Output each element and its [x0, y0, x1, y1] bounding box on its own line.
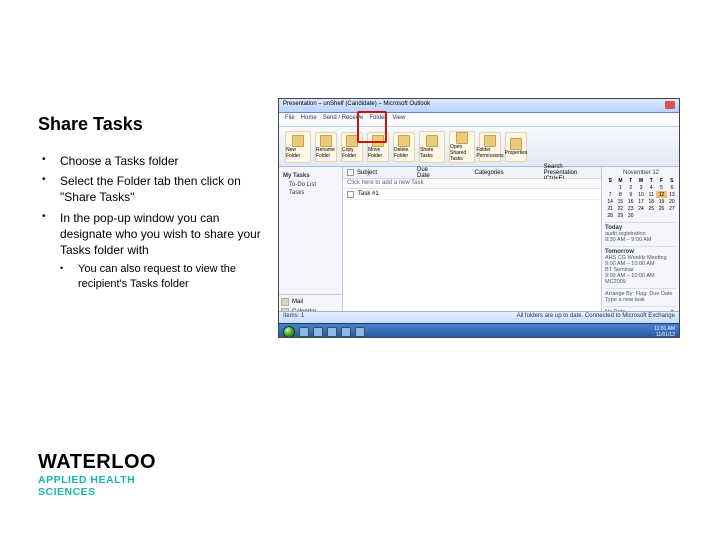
- permissions-icon: [484, 135, 496, 147]
- close-icon[interactable]: [665, 101, 675, 109]
- taskbar-app-icon[interactable]: [299, 327, 309, 337]
- add-task-row[interactable]: Click here to add a new Task: [343, 179, 601, 189]
- folder-tab-highlight: [357, 111, 387, 143]
- col-due[interactable]: Due Date: [417, 167, 435, 179]
- ribbon-tabs: File Home Send / Receive Folder View: [279, 113, 679, 127]
- logo-subtext-2: SCIENCES: [38, 487, 156, 498]
- checkbox-icon: [347, 169, 354, 176]
- sub-bullet-list: You can also request to view the recipie…: [38, 262, 266, 292]
- bullet-2: Select the Folder tab then click on "Sha…: [38, 173, 266, 205]
- tab-file[interactable]: File: [285, 115, 295, 126]
- properties-icon: [510, 138, 522, 150]
- nav-header: My Tasks: [283, 173, 338, 179]
- folder-icon: [398, 135, 410, 147]
- task-checkbox[interactable]: [347, 191, 354, 198]
- slide: Share Tasks Choose a Tasks folder Select…: [0, 0, 720, 540]
- nav-mail[interactable]: Mail: [281, 297, 340, 307]
- share-tasks-button[interactable]: Share Tasks: [419, 131, 445, 163]
- bullet-list: Choose a Tasks folder Select the Folder …: [38, 153, 266, 258]
- today-section: Today audit registration 8:30 AM – 9:00 …: [605, 222, 676, 243]
- nav-todo[interactable]: To-Do List: [283, 181, 338, 189]
- taskbar-app-icon[interactable]: [327, 327, 337, 337]
- folder-icon: [292, 135, 304, 147]
- taskbar-app-icon[interactable]: [341, 327, 351, 337]
- window-titlebar: Presentation – unShelf (Candidate) – Mic…: [279, 99, 679, 113]
- mini-calendar[interactable]: November 12 SMTWTFS123456789101112131415…: [605, 170, 677, 219]
- share-icon: [426, 135, 438, 147]
- waterloo-logo: WATERLOO APPLIED HEALTH SCIENCES: [38, 451, 156, 498]
- slide-title: Share Tasks: [38, 114, 266, 135]
- windows-taskbar: 11:01 AM 11/01/12: [279, 323, 679, 338]
- start-orb-icon[interactable]: [283, 326, 295, 338]
- tab-view[interactable]: View: [392, 115, 405, 126]
- outlook-body: My Tasks To-Do List Tasks Mail Calendar …: [279, 167, 679, 338]
- taskbar-app-icon[interactable]: [313, 327, 323, 337]
- task-subject: Task #1: [358, 191, 379, 197]
- folder-icon: [320, 135, 332, 147]
- logo-subtext-1: APPLIED HEALTH: [38, 475, 156, 486]
- tab-home[interactable]: Home: [301, 115, 317, 126]
- status-bar: Items: 1 All folders are up to date. Con…: [279, 311, 679, 323]
- taskbar-app-icon[interactable]: [355, 327, 365, 337]
- status-left: Items: 1: [283, 313, 304, 319]
- nav-tasks[interactable]: Tasks: [283, 189, 338, 197]
- col-categories[interactable]: Categories: [475, 170, 504, 176]
- calendar-grid: SMTWTFS123456789101112131415161718192021…: [605, 177, 677, 219]
- folder-permissions-button[interactable]: Folder Permissions: [479, 132, 501, 162]
- rename-folder-button[interactable]: Rename Folder: [315, 132, 337, 162]
- text-column: Share Tasks Choose a Tasks folder Select…: [38, 114, 266, 292]
- calendar-month: November 12: [605, 170, 677, 176]
- tomorrow-section: Tomorrow AHS CG Weekly Meeting 9:00 AM –…: [605, 246, 676, 285]
- bullet-3: In the pop-up window you can designate w…: [38, 210, 266, 259]
- folder-icon: [456, 132, 468, 144]
- bullet-1: Choose a Tasks folder: [38, 153, 266, 169]
- window-title-text: Presentation – unShelf (Candidate) – Mic…: [283, 101, 430, 110]
- new-folder-button[interactable]: New Folder: [285, 131, 311, 163]
- ribbon: New Folder Rename Folder Copy Folder Mov…: [279, 127, 679, 167]
- properties-button[interactable]: Properties: [505, 132, 527, 162]
- task-row[interactable]: Task #1: [343, 189, 601, 200]
- col-subject[interactable]: Subject: [357, 170, 377, 176]
- outlook-screenshot: Presentation – unShelf (Candidate) – Mic…: [278, 98, 680, 338]
- arrange-section: Arrange By: Flag: Due Date Type a new ta…: [605, 288, 676, 303]
- logo-wordmark: WATERLOO: [38, 451, 156, 474]
- sub-bullet-1: You can also request to view the recipie…: [38, 262, 266, 292]
- system-tray[interactable]: 11:01 AM 11/01/12: [654, 326, 675, 338]
- delete-folder-button[interactable]: Delete Folder: [393, 132, 415, 162]
- task-columns: Subject Due Date Categories Search Prese…: [343, 167, 601, 179]
- open-shared-tasks-button[interactable]: Open Shared Tasks: [449, 131, 475, 163]
- mail-icon: [281, 298, 289, 306]
- status-right: All folders are up to date. Connected to…: [517, 313, 675, 319]
